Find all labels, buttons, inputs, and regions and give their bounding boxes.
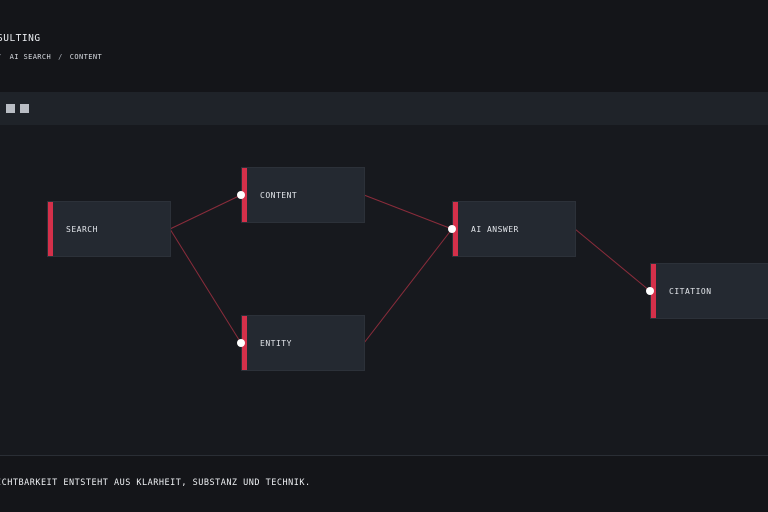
node-search[interactable]: SEARCH [47, 201, 171, 257]
edge-search-to-entity [169, 228, 242, 344]
node-ai-answer[interactable]: AI ANSWER [452, 201, 576, 257]
footer-tagline: ICHTBARKEIT ENTSTEHT AUS KLARHEIT, SUBST… [0, 478, 311, 488]
toolbar-square-icon[interactable] [6, 104, 15, 113]
node-entity[interactable]: ENTITY [241, 315, 365, 371]
breadcrumb-separator: / [58, 53, 63, 61]
input-port-entity[interactable] [237, 339, 245, 347]
edge-entity-to-ai-answer [363, 228, 453, 344]
node-label: CONTENT [260, 191, 298, 200]
breadcrumb-item-content[interactable]: CONTENT [70, 53, 102, 61]
breadcrumb-separator: / [0, 53, 2, 61]
input-port-content[interactable] [237, 191, 245, 199]
node-label: ENTITY [260, 339, 292, 348]
diagram-canvas: SEARCH CONTENT ENTITY AI ANSWER CITATION [0, 125, 768, 455]
header: SULTING / AI SEARCH / CONTENT [0, 0, 768, 92]
breadcrumb: / AI SEARCH / CONTENT [0, 53, 102, 61]
node-label: CITATION [669, 287, 712, 296]
node-label: AI ANSWER [471, 225, 519, 234]
footer: ICHTBARKEIT ENTSTEHT AUS KLARHEIT, SUBST… [0, 455, 768, 512]
toolbar-square-icon[interactable] [20, 104, 29, 113]
node-content[interactable]: CONTENT [241, 167, 365, 223]
node-label: SEARCH [66, 225, 98, 234]
node-citation[interactable]: CITATION [650, 263, 768, 319]
node-accent-bar [48, 202, 53, 256]
page: SULTING / AI SEARCH / CONTENT SEARCH CONTENT… [0, 0, 768, 512]
breadcrumb-item-ai-search[interactable]: AI SEARCH [10, 53, 52, 61]
brand-name: SULTING [0, 33, 41, 44]
input-port-citation[interactable] [646, 287, 654, 295]
toolbar [0, 92, 768, 125]
edge-content-to-ai-answer [363, 194, 453, 230]
input-port-ai-answer[interactable] [448, 225, 456, 233]
edge-search-to-content [169, 194, 242, 230]
edge-ai-answer-to-citation [574, 228, 651, 292]
